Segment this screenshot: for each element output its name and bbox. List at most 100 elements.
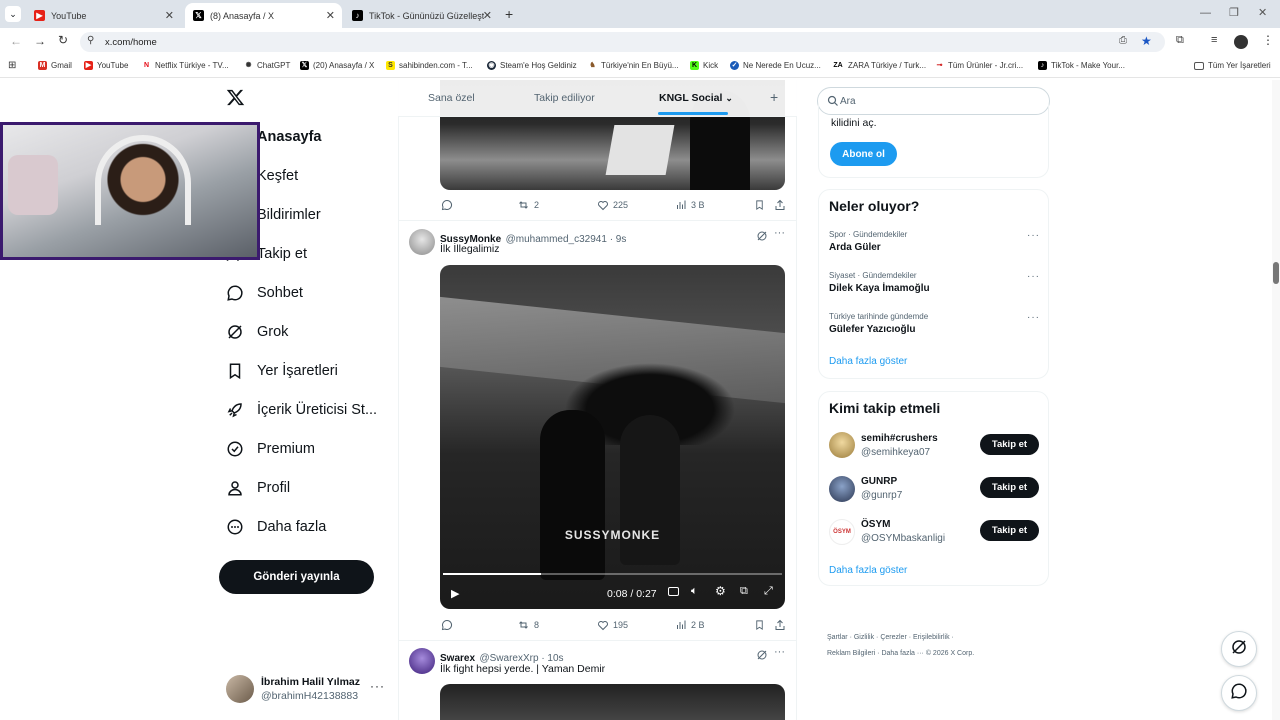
bookmark-tiktok[interactable]: ♪ TikTok - Make Your... xyxy=(1038,61,1125,70)
new-tab-icon[interactable]: + xyxy=(505,6,513,22)
close-icon[interactable]: ✕ xyxy=(326,9,335,22)
footer-link[interactable]: Reklam Bilgileri xyxy=(827,650,875,657)
nav-item-profile[interactable]: Profil xyxy=(226,479,290,497)
play-icon[interactable]: ▶ xyxy=(451,587,459,600)
bookmark-zara[interactable]: ZA ZARA Türkiye / Turk... xyxy=(832,61,926,70)
post-button[interactable]: Gönderi yayınla xyxy=(219,560,374,594)
bookmark-all-folder[interactable]: Tüm Yer İşaretleri xyxy=(1194,61,1271,70)
nav-item-premium[interactable]: Premium xyxy=(226,440,315,458)
nav-item-chat[interactable]: Sohbet xyxy=(226,284,303,302)
footer-link[interactable]: Erişilebilirlik xyxy=(913,634,950,641)
avatar[interactable] xyxy=(829,432,855,458)
bookmark-gmail[interactable]: M Gmail xyxy=(38,61,72,70)
video-progress-track[interactable] xyxy=(443,573,782,575)
browser-tab-youtube[interactable]: ▶ YouTube ✕ xyxy=(26,3,181,28)
retweet-button[interactable]: 8 xyxy=(517,619,539,631)
trend-item[interactable]: Türkiye tarihinde gündemde Gülefer Yazıc… xyxy=(829,312,1039,342)
subscribe-button[interactable]: Abone ol xyxy=(830,142,897,166)
nav-item-more[interactable]: Daha fazla xyxy=(226,518,326,536)
grok-icon[interactable] xyxy=(756,229,768,247)
views-button[interactable]: 3 B xyxy=(675,199,705,211)
minimize-icon[interactable]: — xyxy=(1200,7,1211,19)
site-info-icon[interactable]: ⚲ xyxy=(87,35,94,46)
bookmark-nenerede[interactable]: ✓ Ne Nerede En Ucuz... xyxy=(730,61,821,70)
bookmark-turkiye[interactable]: ♞ Türkiye'nin En Büyü... xyxy=(588,61,679,70)
tweet-media-video[interactable]: SUSSYMONKE ▶ 0:08 / 0:27 🔈︎ ⚙ ⧉ ⤢ xyxy=(440,265,785,609)
window-close-icon[interactable]: ✕ xyxy=(1258,6,1267,19)
follow-user-name[interactable]: ÖSYM xyxy=(861,519,890,530)
forward-icon[interactable]: → xyxy=(34,34,46,48)
install-app-icon[interactable]: ⎙ xyxy=(1119,35,1127,46)
nav-item-creator-studio[interactable]: İçerik Üreticisi St... xyxy=(226,401,377,419)
more-dots-icon[interactable]: ··· xyxy=(370,679,385,693)
avatar[interactable] xyxy=(829,476,855,502)
scrollbar-thumb[interactable] xyxy=(1273,262,1279,284)
more-dots-icon[interactable]: ··· xyxy=(774,646,785,658)
pip-icon[interactable]: ⧉ xyxy=(740,585,748,598)
more-dots-icon[interactable]: ··· xyxy=(774,227,785,239)
browser-tab-tiktok[interactable]: ♪ TikTok - Gününüzü Güzelleştirin ✕ xyxy=(344,3,499,28)
profile-avatar-icon[interactable] xyxy=(1234,35,1248,49)
bookmark-steam[interactable]: ◉ Steam'e Hoş Geldiniz xyxy=(487,61,577,70)
tweet-media-video[interactable] xyxy=(440,684,785,720)
apps-grid-icon[interactable]: ⊞ xyxy=(8,60,16,71)
bookmark-sahibinden[interactable]: Ssahibinden.com - T... xyxy=(386,61,473,70)
footer-link[interactable]: Şartlar xyxy=(827,634,848,641)
tweet-user-handle[interactable]: @muhammed_c32941 · 9s xyxy=(506,234,627,245)
close-icon[interactable]: ✕ xyxy=(165,9,174,22)
messages-fab[interactable] xyxy=(1221,675,1257,711)
share-button[interactable] xyxy=(774,199,790,211)
account-switcher[interactable]: İbrahim Halil Yılmaz @brahimH42138883 ··… xyxy=(222,670,392,708)
x-logo-icon[interactable] xyxy=(226,88,246,110)
like-button[interactable]: 195 xyxy=(597,619,628,631)
bookmark-button[interactable] xyxy=(754,619,769,631)
restore-icon[interactable]: ❐ xyxy=(1229,6,1239,19)
show-more-link[interactable]: Daha fazla göster xyxy=(829,356,907,367)
media-controls-icon[interactable]: ≡ xyxy=(1211,34,1217,46)
reload-icon[interactable]: ↻ xyxy=(58,33,68,47)
grok-icon[interactable] xyxy=(756,648,768,666)
more-dots-icon[interactable]: ··· xyxy=(1027,271,1040,282)
tab-for-you[interactable]: Sana özel xyxy=(428,92,475,104)
nav-item-bookmarks[interactable]: Yer İşaretleri xyxy=(226,362,338,380)
bookmark-youtube[interactable]: ▶ YouTube xyxy=(84,61,128,70)
footer-link[interactable]: Daha fazla ··· xyxy=(881,650,923,657)
bookmark-jrcri[interactable]: ⊸ Tüm Ürünler - Jr.cri... xyxy=(935,61,1023,70)
back-icon[interactable]: ← xyxy=(10,34,22,48)
bookmark-netflix[interactable]: N Netflix Türkiye - TV... xyxy=(142,61,229,70)
grok-fab[interactable] xyxy=(1221,631,1257,667)
follow-button[interactable]: Takip et xyxy=(980,520,1039,541)
fullscreen-icon[interactable]: ⤢ xyxy=(764,585,773,598)
footer-link[interactable]: Gizlilik xyxy=(854,634,874,641)
osym-logo-icon[interactable]: ÖSYM xyxy=(829,519,855,545)
page-scrollbar[interactable] xyxy=(1272,80,1280,720)
browser-menu-icon[interactable]: ⋮ xyxy=(1262,33,1274,47)
add-tab-icon[interactable]: + xyxy=(770,89,778,105)
follow-button[interactable]: Takip et xyxy=(980,434,1039,455)
tab-kngl-social[interactable]: KNGL Social ⌄ xyxy=(659,92,733,104)
extensions-icon[interactable]: ⧉ xyxy=(1176,34,1184,47)
share-button[interactable] xyxy=(774,619,790,631)
more-dots-icon[interactable]: ··· xyxy=(1027,312,1040,323)
trend-item[interactable]: Siyaset · Gündemdekiler Dilek Kaya İmamo… xyxy=(829,271,1039,301)
reply-button[interactable] xyxy=(441,199,457,211)
captions-icon[interactable] xyxy=(668,587,679,596)
follow-user-name[interactable]: semih#crushers xyxy=(861,433,938,444)
url-bar[interactable]: ⚲ x.com/home ⎙ ★ xyxy=(80,32,1165,52)
like-button[interactable]: 225 xyxy=(597,199,628,211)
follow-user-name[interactable]: GUNRP xyxy=(861,476,897,487)
nav-item-grok[interactable]: Grok xyxy=(226,323,288,341)
follow-button[interactable]: Takip et xyxy=(980,477,1039,498)
avatar[interactable] xyxy=(409,648,435,674)
bookmark-star-icon[interactable]: ★ xyxy=(1141,34,1152,48)
bookmark-kick[interactable]: K Kick xyxy=(690,61,718,70)
retweet-button[interactable]: 2 xyxy=(517,199,539,211)
settings-gear-icon[interactable]: ⚙ xyxy=(715,584,726,598)
volume-icon[interactable]: 🔈︎ xyxy=(691,585,698,598)
reply-button[interactable] xyxy=(441,619,457,631)
show-more-link[interactable]: Daha fazla göster xyxy=(829,565,907,576)
trend-item[interactable]: Spor · Gündemdekiler Arda Güler ··· xyxy=(829,230,1039,260)
avatar[interactable] xyxy=(409,229,435,255)
close-icon[interactable]: ✕ xyxy=(483,9,492,22)
more-dots-icon[interactable]: ··· xyxy=(1027,230,1040,241)
